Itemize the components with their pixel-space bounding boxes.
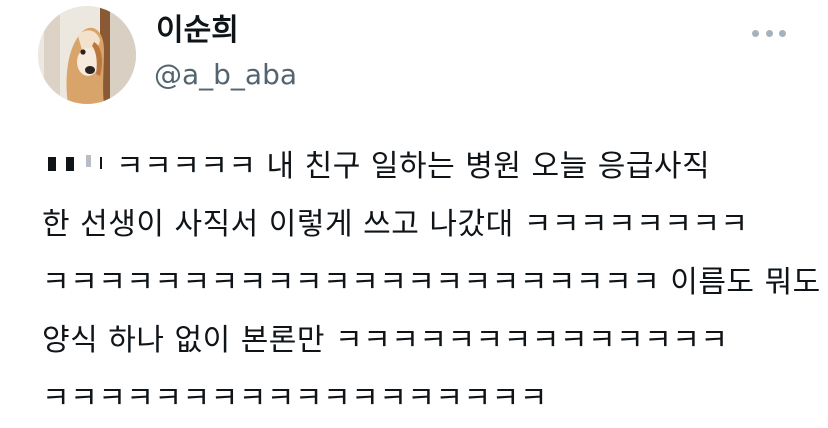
more-options-icon[interactable] [752, 24, 786, 42]
tweet-text: ㅋㅋㅋㅋㅋ 내 친구 일하는 병원 오늘 응급사직 한 선생이 사직서 이렇게 … [42, 138, 821, 428]
tweet-text-line-3: ㅋㅋㅋㅋㅋㅋㅋㅋㅋㅋㅋㅋㅋㅋㅋㅋㅋㅋㅋㅋㅋㅋ 이름도 뭐도 [42, 265, 821, 300]
tweet-text-line-1: ㅋㅋㅋㅋㅋ 내 친구 일하는 병원 오늘 응급사직 [42, 138, 802, 196]
tweet-text-line-5: ㅋㅋㅋㅋㅋㅋㅋㅋㅋㅋㅋㅋㅋㅋㅋㅋㅋㅋ [42, 381, 548, 416]
tweet-text-line-2: 한 선생이 사직서 이렇게 쓰고 나갔대 ㅋㅋㅋㅋㅋㅋㅋㅋ [42, 207, 749, 242]
more-dot [779, 29, 786, 37]
author-display-name[interactable]: 이순희 [156, 12, 239, 50]
tweet-text-line-1-text: ㅋㅋㅋㅋㅋ 내 친구 일하는 병원 오늘 응급사직 [116, 149, 711, 184]
more-dot [752, 29, 759, 37]
avatar[interactable] [38, 6, 136, 104]
dog-photo-avatar-image [38, 6, 136, 104]
more-dot [765, 29, 773, 37]
tweet-text-line-4: 양식 하나 없이 본론만 ㅋㅋㅋㅋㅋㅋㅋㅋㅋㅋㅋㅋㅋㅋ [42, 323, 729, 358]
cut-off-glyphs-image [48, 154, 102, 171]
author-handle[interactable]: @a_b_aba [154, 58, 297, 92]
